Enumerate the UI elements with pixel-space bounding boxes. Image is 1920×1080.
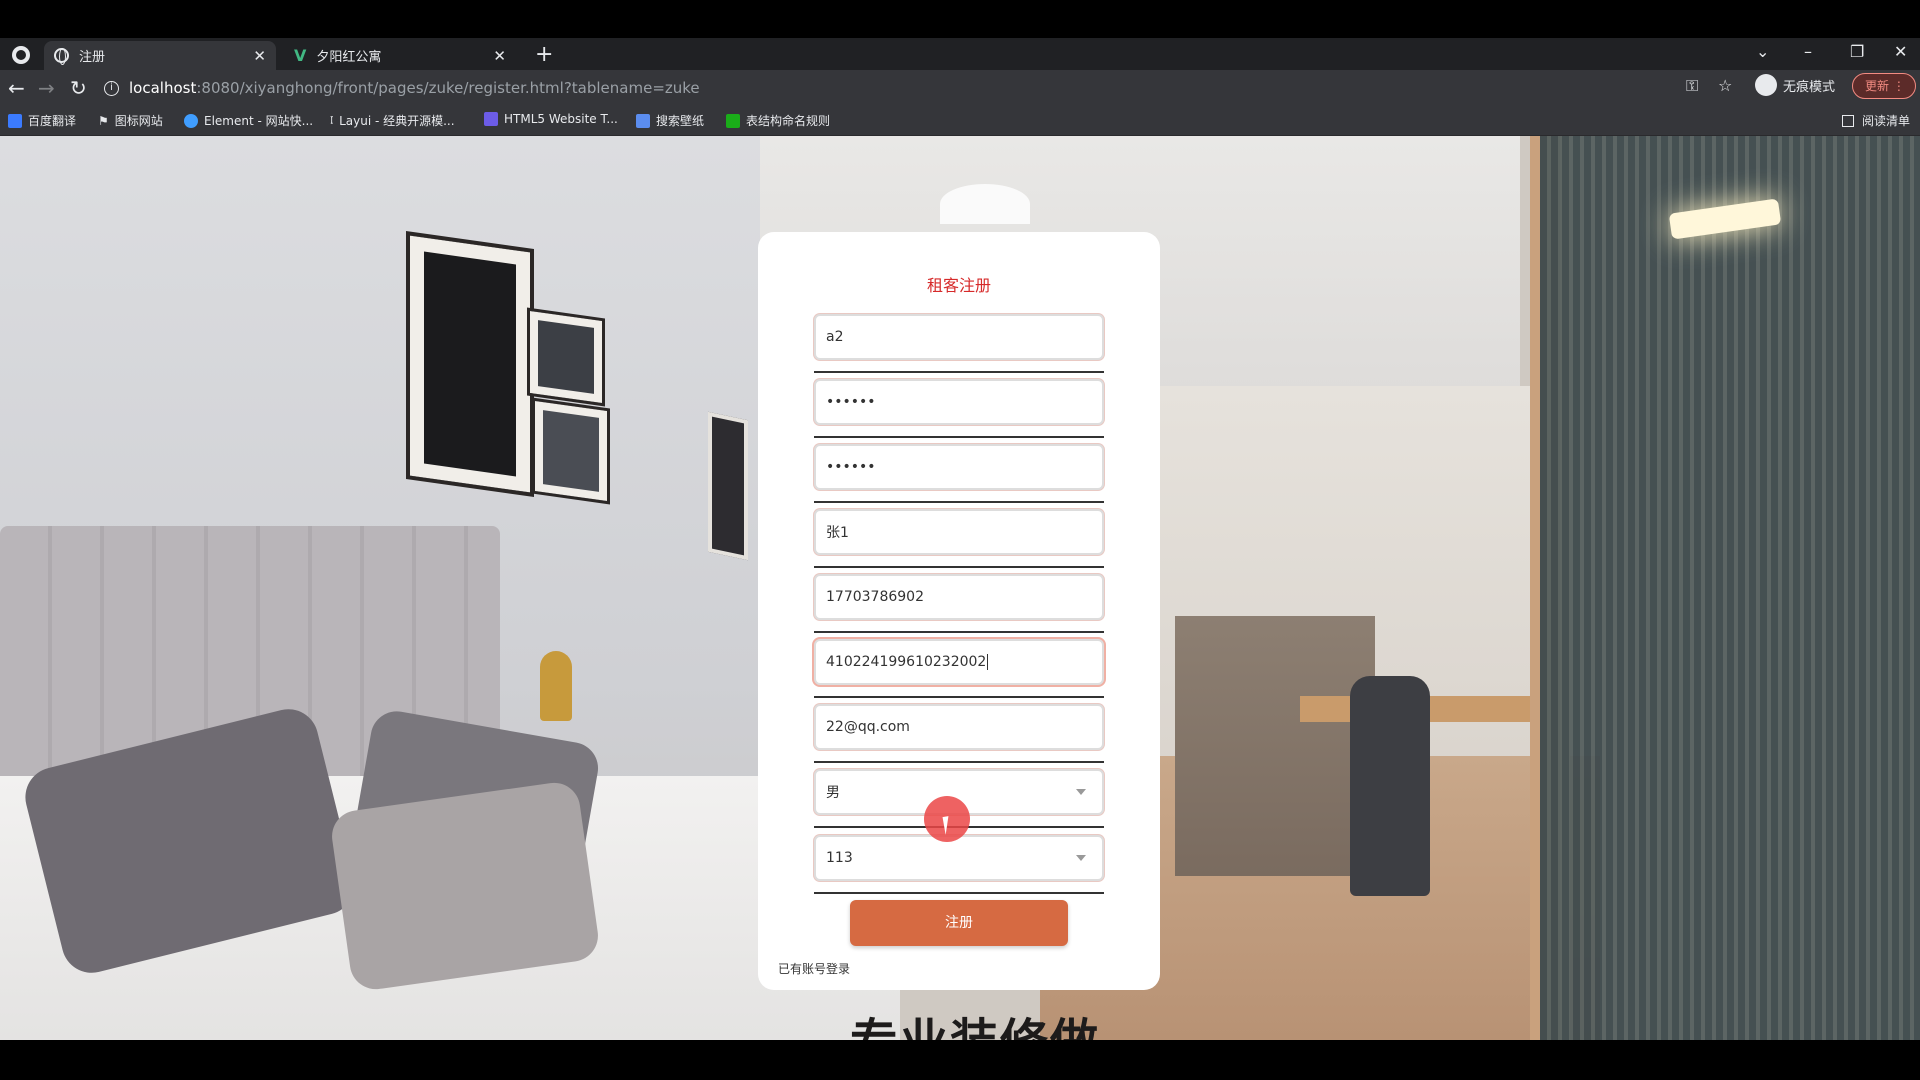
bg-picture-frame — [532, 397, 610, 505]
forward-icon[interactable]: → — [38, 76, 55, 100]
url-path: :8080/xiyanghong/front/pages/zuke/regist… — [196, 79, 700, 97]
phone-field[interactable]: 17703786902 — [814, 574, 1104, 620]
element-icon — [184, 113, 198, 128]
room-select[interactable]: 113 — [814, 835, 1104, 881]
browser-logo-icon — [12, 46, 30, 64]
password-field[interactable]: •••••• — [814, 379, 1104, 425]
bookmark-item[interactable]: 𝔩 Layui - 经典开源模... — [330, 112, 455, 129]
page-viewport: 专业装修做 租客注册 a2 •••••• •••••• 张1 177037869… — [0, 136, 1920, 1040]
divider — [814, 696, 1104, 698]
incognito-icon — [1755, 74, 1777, 96]
tab-apartment[interactable]: V 夕阳红公寓 ✕ — [284, 41, 516, 70]
layui-icon: 𝔩 — [330, 113, 334, 127]
bg-picture-frame — [708, 411, 748, 561]
bookmark-item[interactable]: ⚑ 图标网站 — [98, 112, 163, 129]
tab-title: 夕阳红公寓 — [316, 50, 382, 65]
chevron-down-icon — [1076, 789, 1086, 795]
update-button[interactable]: 更新 ⋮ — [1852, 73, 1916, 99]
bg-glass-door — [1540, 136, 1920, 1040]
new-tab-icon[interactable]: + — [535, 42, 553, 67]
minimize-icon[interactable]: – — [1804, 42, 1812, 61]
bookmark-item[interactable]: Element - 网站快... — [184, 112, 313, 129]
bookmarks-bar: 百度翻译 ⚑ 图标网站 Element - 网站快... 𝔩 Layui - 经典开… — [0, 106, 1920, 136]
divider — [814, 892, 1104, 894]
top-letterbox — [0, 0, 1920, 38]
bookmark-item[interactable]: HTML5 Website T... — [484, 112, 618, 126]
vue-icon: V — [294, 46, 307, 65]
star-icon[interactable]: ☆ — [1718, 76, 1732, 95]
confirm-password-field[interactable]: •••••• — [814, 444, 1104, 490]
bookmark-item[interactable]: 搜索壁纸 — [636, 112, 704, 129]
bookmark-item[interactable]: 百度翻译 — [8, 112, 76, 129]
html5-icon — [484, 112, 498, 126]
divider — [814, 436, 1104, 438]
globe-icon — [54, 48, 69, 65]
bg-kitchen — [1175, 616, 1375, 876]
flag-icon: ⚑ — [98, 113, 109, 128]
login-link[interactable]: 已有账号登录 — [778, 960, 850, 977]
chevron-down-icon — [1076, 855, 1086, 861]
incognito-indicator[interactable]: 无痕模式 — [1755, 74, 1835, 96]
name-field[interactable]: 张1 — [814, 509, 1104, 555]
bg-picture-frame — [406, 231, 534, 497]
translate-icon — [8, 113, 22, 128]
bottom-letterbox — [0, 1040, 1920, 1080]
bookmark-item[interactable]: 表结构命名规则 — [726, 112, 830, 129]
register-card: 租客注册 a2 •••••• •••••• 张1 17703786902 410… — [758, 232, 1160, 990]
bg-picture-frame — [527, 307, 605, 407]
divider — [814, 566, 1104, 568]
window-close-icon[interactable]: ✕ — [1894, 42, 1907, 61]
address-bar[interactable]: i localhost:8080/xiyanghong/front/pages/… — [104, 74, 1704, 102]
id-card-field[interactable]: 410224199610232002 — [814, 639, 1104, 685]
username-field[interactable]: a2 — [814, 314, 1104, 360]
close-icon[interactable]: ✕ — [493, 47, 506, 65]
reading-list-icon — [1841, 114, 1854, 127]
incognito-label: 无痕模式 — [1783, 79, 1836, 95]
divider — [814, 631, 1104, 633]
url-host: localhost — [129, 79, 197, 97]
back-icon[interactable]: ← — [8, 76, 25, 100]
site-info-icon[interactable]: i — [104, 80, 119, 96]
wallpaper-icon — [636, 113, 650, 128]
doc-icon — [726, 113, 740, 128]
tab-bar: 注册 ✕ V 夕阳红公寓 ✕ + ⌄ – ❐ ✕ — [0, 38, 1920, 70]
bg-chair — [1350, 676, 1430, 896]
tab-search-icon[interactable]: ⌄ — [1756, 42, 1769, 61]
divider — [814, 761, 1104, 763]
reading-list[interactable]: 阅读清单 — [1841, 112, 1910, 129]
tab-register[interactable]: 注册 ✕ — [44, 41, 276, 70]
divider — [814, 501, 1104, 503]
toolbar: ← → ↻ i localhost:8080/xiyanghong/front/… — [0, 70, 1920, 106]
bg-pillow — [328, 779, 602, 993]
tab-title: 注册 — [79, 50, 106, 65]
key-icon[interactable]: ⚿ — [1686, 76, 1698, 96]
close-icon[interactable]: ✕ — [253, 47, 266, 65]
form-title: 租客注册 — [926, 276, 991, 295]
overlay-caption: 专业装修做 — [850, 1002, 1100, 1040]
register-button[interactable]: 注册 — [850, 900, 1068, 946]
screen: 注册 ✕ V 夕阳红公寓 ✕ + ⌄ – ❐ ✕ ← → ↻ i localho… — [0, 0, 1920, 1080]
email-field[interactable]: 22@qq.com — [814, 704, 1104, 750]
divider — [814, 371, 1104, 373]
bg-lamp — [540, 651, 572, 721]
bg-ceiling-lamp — [940, 184, 1030, 224]
reload-icon[interactable]: ↻ — [70, 76, 87, 100]
restore-icon[interactable]: ❐ — [1850, 42, 1864, 61]
